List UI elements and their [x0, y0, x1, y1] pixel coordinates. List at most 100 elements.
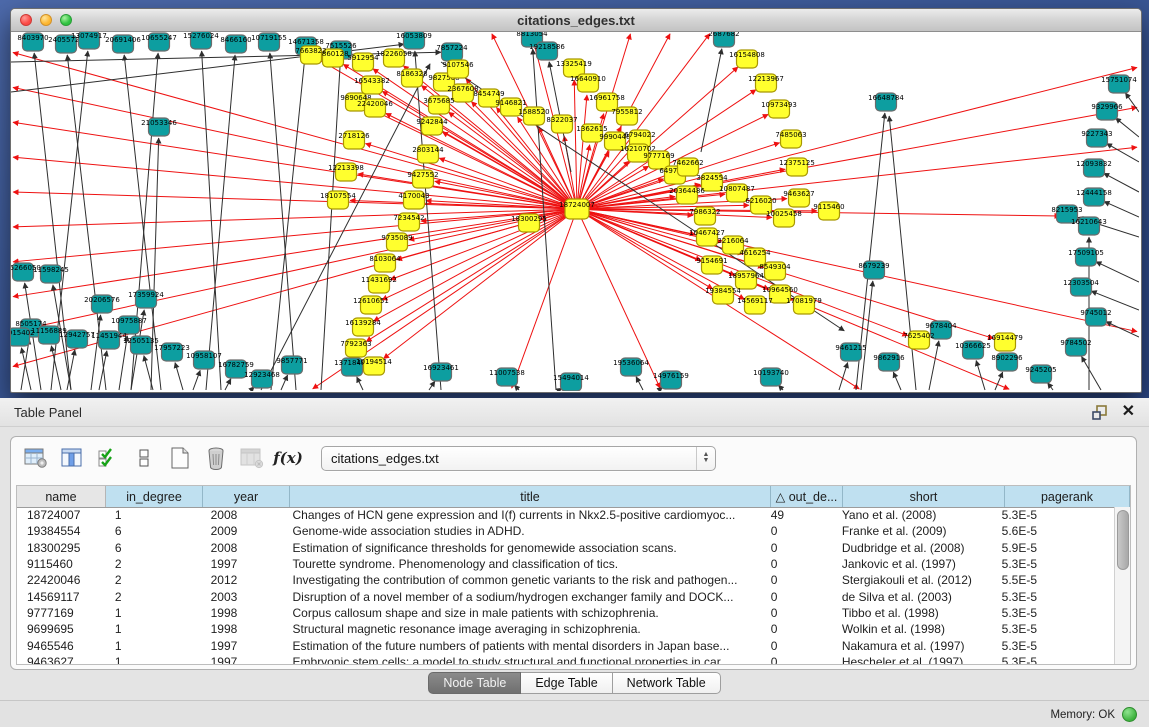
- zoom-window-button[interactable]: [60, 14, 72, 26]
- table-row[interactable]: 946554611997Estimation of the future num…: [17, 637, 1115, 653]
- table-cell: 6: [105, 541, 201, 555]
- tab-edge-table[interactable]: Edge Table: [521, 672, 612, 694]
- table-cell: 2: [105, 590, 201, 604]
- delete-table-button[interactable]: [201, 443, 231, 473]
- close-panel-icon[interactable]: ✕: [1122, 404, 1135, 420]
- graph-node-label: 19384554: [705, 287, 741, 295]
- graph-node-label: 9461215: [835, 344, 866, 352]
- memory-status-indicator: [1122, 707, 1137, 722]
- graph-node-label: 2718126: [338, 132, 370, 140]
- network-graph[interactable]: 8403970240557241307491720691406106552471…: [11, 32, 1139, 391]
- graph-node-label: 9146821: [495, 99, 526, 107]
- table-cell: Estimation of the future numbers of pati…: [287, 639, 761, 653]
- table-row[interactable]: 1938455462009Genome-wide association stu…: [17, 523, 1115, 539]
- table-cell: 9115460: [17, 557, 105, 571]
- column-header-3[interactable]: title: [290, 486, 771, 507]
- graph-node-label: 10975887: [111, 317, 147, 325]
- graph-node-label: 17359924: [128, 291, 164, 299]
- vertical-scrollbar[interactable]: [1114, 507, 1130, 664]
- graph-node-label: 16961758: [589, 94, 625, 102]
- table-cell: 0: [761, 606, 832, 620]
- graph-node-label: 20206576: [84, 296, 120, 304]
- table-cell: 0: [761, 573, 832, 587]
- table-row[interactable]: 2242004622012Investigating the contribut…: [17, 572, 1115, 588]
- table-cell: Wolkin et al. (1998): [832, 622, 992, 636]
- graph-node-label: 21053346: [141, 119, 177, 127]
- graph-node-label: 9745012: [1080, 309, 1111, 317]
- table-cell: 0: [761, 557, 832, 571]
- table-cell: 0: [761, 524, 832, 538]
- graph-node-label: 5912954: [347, 54, 379, 62]
- graph-node-label: 7234542: [393, 214, 424, 222]
- float-panel-icon[interactable]: [1092, 405, 1108, 420]
- import-table-disabled-button[interactable]: [237, 443, 267, 473]
- graph-node-label: 15276024: [183, 32, 219, 40]
- table-cell: Stergiakouli et al. (2012): [832, 573, 992, 587]
- graph-node-label: 9735089: [381, 234, 412, 242]
- table-row[interactable]: 1456911722003Disruption of a novel membe…: [17, 588, 1115, 604]
- table-cell: Jankovic et al. (1997): [832, 557, 992, 571]
- graph-node-label: 9784502: [1060, 339, 1091, 347]
- graph-node-label: 3216064: [717, 237, 749, 245]
- network-canvas[interactable]: 8403970240557241307491720691406106552471…: [11, 32, 1139, 391]
- minimize-window-button[interactable]: [40, 14, 52, 26]
- application-screen: citations_edges.txt 84039702405572413074…: [0, 0, 1149, 727]
- table-cell: 0: [761, 590, 832, 604]
- graph-node-label: 13325419: [556, 60, 592, 68]
- graph-node-label: 16154808: [729, 51, 765, 59]
- graph-node-label: 16139284: [345, 319, 381, 327]
- window-titlebar[interactable]: citations_edges.txt: [11, 9, 1141, 32]
- table-row[interactable]: 911546021997Tourette syndrome. Phenomeno…: [17, 556, 1115, 572]
- column-header-6[interactable]: pagerank: [1005, 486, 1130, 507]
- scrollbar-thumb[interactable]: [1117, 510, 1129, 570]
- graph-node-label: 10194514: [356, 358, 392, 366]
- table-row[interactable]: 946362711997Embryonic stem cells: a mode…: [17, 654, 1115, 664]
- column-header-4[interactable]: △ out_de...: [771, 486, 843, 507]
- table-selector-dropdown[interactable]: citations_edges.txt ▲▼: [321, 446, 716, 471]
- graph-node-label: 16053809: [396, 32, 432, 40]
- column-header-0[interactable]: name: [17, 486, 106, 507]
- select-functions-button[interactable]: [93, 443, 123, 473]
- column-header-1[interactable]: in_degree: [106, 486, 203, 507]
- row-height-button[interactable]: [129, 443, 159, 473]
- tab-node-table[interactable]: Node Table: [428, 672, 521, 694]
- graph-node-label: 1588520: [518, 108, 549, 116]
- table-panel-title: Table Panel: [14, 405, 1092, 420]
- table-cell: 2: [105, 573, 201, 587]
- show-columns-button[interactable]: [57, 443, 87, 473]
- dropdown-arrows-icon: ▲▼: [696, 447, 715, 470]
- table-row[interactable]: 1872400712008Changes of HCN gene express…: [17, 507, 1115, 523]
- graph-node-label: 16543382: [354, 77, 390, 85]
- graph-node-label: 15494014: [553, 374, 589, 382]
- table-row[interactable]: 1830029562008Estimation of significance …: [17, 540, 1115, 556]
- table-cell: 1998: [201, 606, 287, 620]
- graph-node-label: 15751074: [1101, 76, 1137, 84]
- column-header-2[interactable]: year: [203, 486, 290, 507]
- table-row[interactable]: 977716911998Corpus callosum shape and si…: [17, 605, 1115, 621]
- graph-node-label: 7857224: [436, 44, 468, 52]
- table-row[interactable]: 969969511998Structural magnetic resonanc…: [17, 621, 1115, 637]
- graph-node-label: 9329966: [1091, 103, 1123, 111]
- window-controls: [20, 14, 72, 26]
- table-cell: 9465546: [17, 639, 105, 653]
- graph-node-label: 20364486: [669, 187, 705, 195]
- table-cell: Corpus callosum shape and size in male p…: [287, 606, 761, 620]
- table-settings-button[interactable]: [21, 443, 51, 473]
- graph-node-label: 16914479: [987, 334, 1023, 342]
- column-header-5[interactable]: short: [843, 486, 1005, 507]
- table-cell: 2009: [201, 524, 287, 538]
- table-cell: Structural magnetic resonance image aver…: [287, 622, 761, 636]
- tab-network-table[interactable]: Network Table: [613, 672, 721, 694]
- table-cell: Embryonic stem cells: a model to study s…: [287, 655, 761, 664]
- graph-node-label: 22420046: [357, 100, 393, 108]
- close-window-button[interactable]: [20, 14, 32, 26]
- fx-icon: f(x): [273, 449, 303, 467]
- graph-node-label: 2803144: [412, 146, 444, 154]
- create-table-button[interactable]: [165, 443, 195, 473]
- table-cell: 5.5E-5: [992, 573, 1115, 587]
- graph-node-label: 7792363: [340, 340, 371, 348]
- graph-node-label: 18300295: [511, 215, 547, 223]
- graph-node-label: 17957223: [154, 344, 190, 352]
- function-builder-button[interactable]: f(x): [273, 443, 303, 473]
- graph-node-label: 10973493: [761, 101, 797, 109]
